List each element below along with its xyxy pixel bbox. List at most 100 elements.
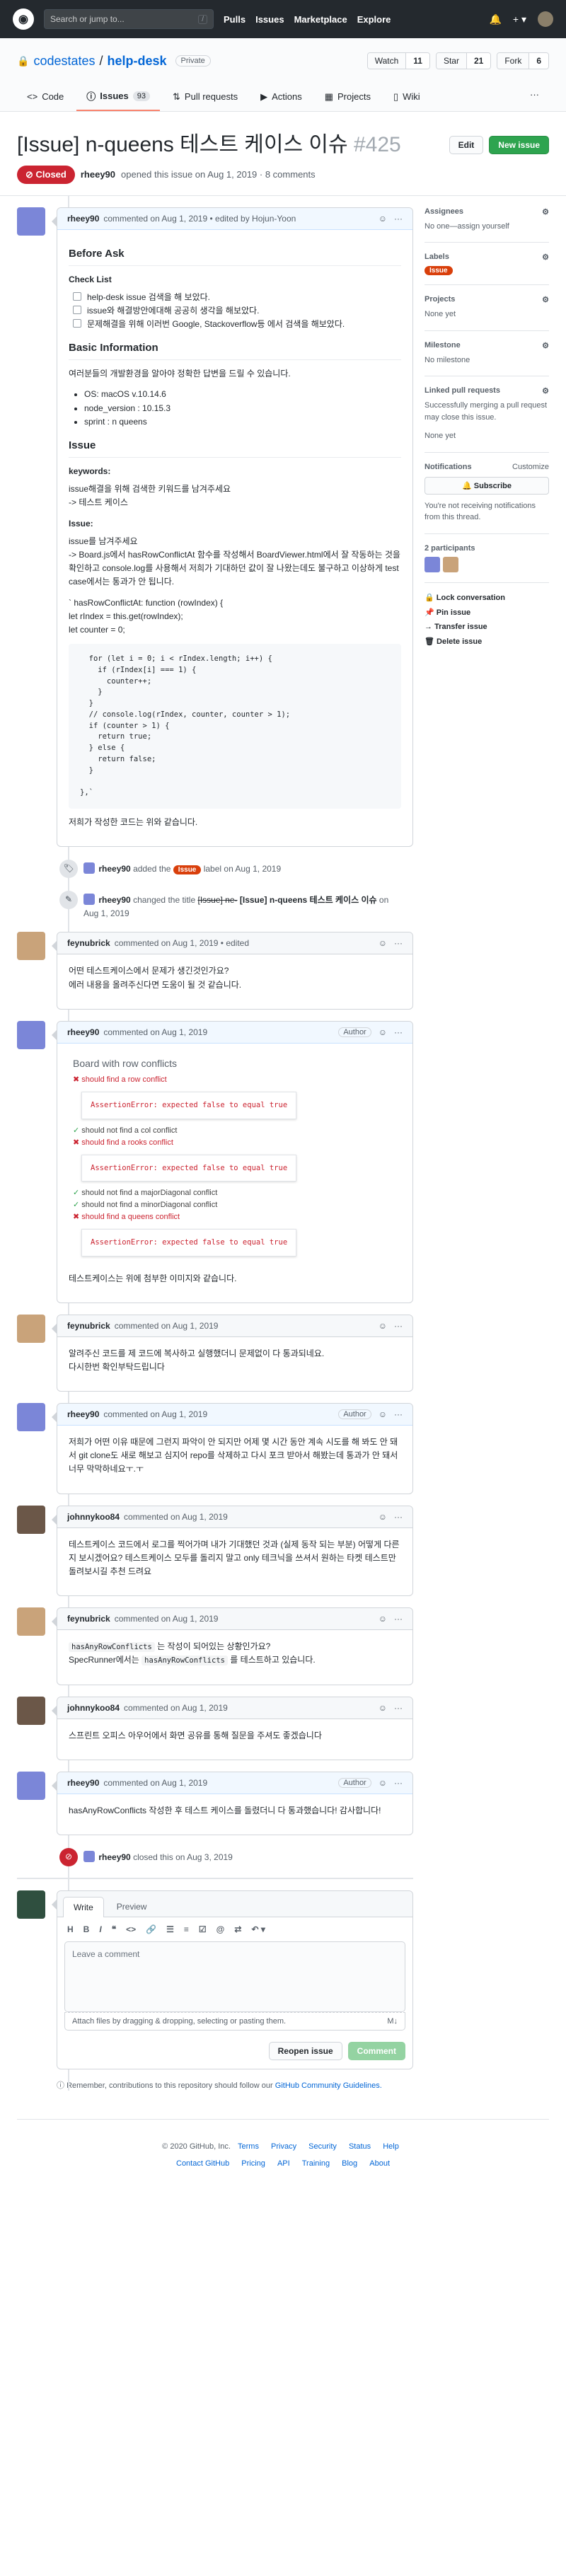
avatar[interactable] (17, 1505, 45, 1534)
emoji-icon[interactable]: ☺ (379, 1027, 387, 1037)
comment-author[interactable]: feynubrick (67, 1614, 110, 1624)
avatar[interactable] (17, 1607, 45, 1636)
assignees-value[interactable]: No one—assign yourself (424, 221, 549, 233)
link-icon[interactable]: 🔗 (146, 1924, 156, 1934)
nav-explore[interactable]: Explore (357, 14, 391, 25)
edit-button[interactable]: Edit (449, 136, 484, 154)
star-count[interactable]: 21 (466, 53, 491, 69)
emoji-icon[interactable]: ☺ (379, 1409, 387, 1419)
guideline-link[interactable]: GitHub Community Guidelines. (275, 2081, 382, 2090)
comment-button[interactable]: Comment (347, 2041, 405, 2060)
avatar[interactable] (17, 1771, 45, 1800)
more-icon[interactable]: ··· (394, 1321, 403, 1331)
gear-icon[interactable]: ⚙ (542, 207, 549, 216)
gear-icon[interactable]: ⚙ (542, 253, 549, 262)
reply-icon[interactable]: ↶ ▾ (251, 1924, 265, 1934)
repo-name-link[interactable]: help-desk (108, 54, 167, 69)
avatar[interactable] (17, 207, 45, 236)
avatar[interactable] (83, 1850, 95, 1862)
event-author[interactable]: rheey90 (98, 1852, 130, 1862)
nav-pulls[interactable]: Pulls (224, 14, 246, 25)
issue-author[interactable]: rheey90 (81, 169, 115, 180)
footer-link-status[interactable]: Status (349, 2142, 371, 2151)
emoji-icon[interactable]: ☺ (379, 1512, 387, 1522)
tab-pull-requests[interactable]: ⇅ Pull requests (163, 82, 248, 111)
repo-owner-link[interactable]: codestates (33, 54, 95, 69)
code-icon[interactable]: <> (126, 1924, 136, 1934)
tab-write[interactable]: Write (63, 1896, 104, 1917)
emoji-icon[interactable]: ☺ (379, 938, 387, 948)
more-icon[interactable]: ··· (394, 1703, 403, 1713)
markdown-icon[interactable]: M↓ (387, 2017, 398, 2026)
more-icon[interactable]: ··· (394, 1409, 403, 1419)
search-input[interactable]: Search or jump to... / (44, 9, 214, 29)
tab-actions[interactable]: ▶ Actions (250, 82, 312, 111)
transfer-issue-link[interactable]: → Transfer issue (424, 623, 549, 631)
emoji-icon[interactable]: ☺ (379, 1321, 387, 1331)
avatar[interactable] (17, 932, 45, 961)
more-icon[interactable]: ··· (394, 1778, 403, 1788)
emoji-icon[interactable]: ☺ (379, 1703, 387, 1713)
avatar[interactable] (443, 556, 458, 572)
emoji-icon[interactable]: ☺ (379, 1778, 387, 1788)
footer-link-security[interactable]: Security (308, 2142, 337, 2151)
more-icon[interactable]: ··· (394, 1614, 403, 1624)
comment-author[interactable]: rheey90 (67, 1409, 99, 1419)
footer-link-help[interactable]: Help (383, 2142, 399, 2151)
label-badge[interactable]: Issue (173, 865, 202, 874)
gear-icon[interactable]: ⚙ (542, 295, 549, 304)
star-button[interactable]: Star 21 (435, 52, 492, 69)
avatar[interactable] (424, 556, 440, 572)
watch-count[interactable]: 11 (405, 53, 429, 69)
comment-author[interactable]: rheey90 (67, 1778, 99, 1788)
nav-marketplace[interactable]: Marketplace (294, 14, 347, 25)
pin-issue-link[interactable]: 📌 Pin issue (424, 608, 549, 617)
attach-files-bar[interactable]: Attach files by dragging & dropping, sel… (64, 2011, 405, 2031)
lock-conversation-link[interactable]: 🔒 Lock conversation (424, 593, 549, 602)
fork-count[interactable]: 6 (529, 53, 548, 69)
tab-issues[interactable]: ⓘ Issues 93 (76, 82, 161, 111)
comment-author[interactable]: rheey90 (67, 214, 99, 224)
more-icon[interactable]: ··· (394, 214, 403, 224)
avatar[interactable] (17, 1020, 45, 1049)
heading-icon[interactable]: H (67, 1924, 74, 1934)
footer-link-about[interactable]: About (369, 2159, 390, 2168)
numbered-list-icon[interactable]: ≡ (184, 1924, 189, 1934)
bullet-list-icon[interactable]: ☰ (166, 1924, 174, 1934)
tab-code[interactable]: <> Code (17, 82, 74, 111)
delete-issue-link[interactable]: 🗑 Delete issue (424, 637, 549, 646)
avatar[interactable] (83, 862, 95, 874)
footer-link-terms[interactable]: Terms (238, 2142, 259, 2151)
comment-author[interactable]: johnnykoo84 (67, 1512, 120, 1522)
footer-link-privacy[interactable]: Privacy (271, 2142, 296, 2151)
footer-link-training[interactable]: Training (302, 2159, 330, 2168)
more-icon[interactable]: ··· (520, 82, 549, 111)
avatar[interactable] (17, 1314, 45, 1343)
customize-link[interactable]: Customize (512, 463, 549, 471)
notification-bell-icon[interactable]: 🔔 (489, 13, 501, 25)
nav-issues[interactable]: Issues (255, 14, 284, 25)
github-logo-icon[interactable]: ◉ (13, 8, 34, 30)
gear-icon[interactable]: ⚙ (542, 341, 549, 350)
reference-icon[interactable]: ⇄ (234, 1924, 241, 1934)
event-author[interactable]: rheey90 (98, 895, 130, 905)
user-avatar[interactable] (538, 11, 553, 27)
fork-button[interactable]: Fork 6 (497, 52, 549, 69)
event-author[interactable]: rheey90 (98, 864, 130, 874)
avatar[interactable] (17, 1890, 45, 1919)
task-list-icon[interactable]: ☑ (199, 1924, 207, 1934)
mention-icon[interactable]: @ (216, 1924, 225, 1934)
reopen-issue-button[interactable]: Reopen issue (268, 2041, 342, 2060)
avatar[interactable] (17, 1696, 45, 1725)
quote-icon[interactable]: ❝ (112, 1924, 116, 1934)
new-issue-button[interactable]: New issue (489, 136, 549, 154)
footer-link-api[interactable]: API (277, 2159, 290, 2168)
tab-wiki[interactable]: ▯ Wiki (383, 82, 430, 111)
emoji-icon[interactable]: ☺ (379, 1614, 387, 1624)
footer-link-contact[interactable]: Contact GitHub (176, 2159, 229, 2168)
comment-textarea[interactable]: Leave a comment (64, 1941, 405, 2012)
gear-icon[interactable]: ⚙ (542, 386, 549, 395)
tab-preview[interactable]: Preview (107, 1897, 157, 1917)
watch-button[interactable]: Watch 11 (366, 52, 430, 69)
plus-icon[interactable]: + ▾ (513, 13, 526, 25)
